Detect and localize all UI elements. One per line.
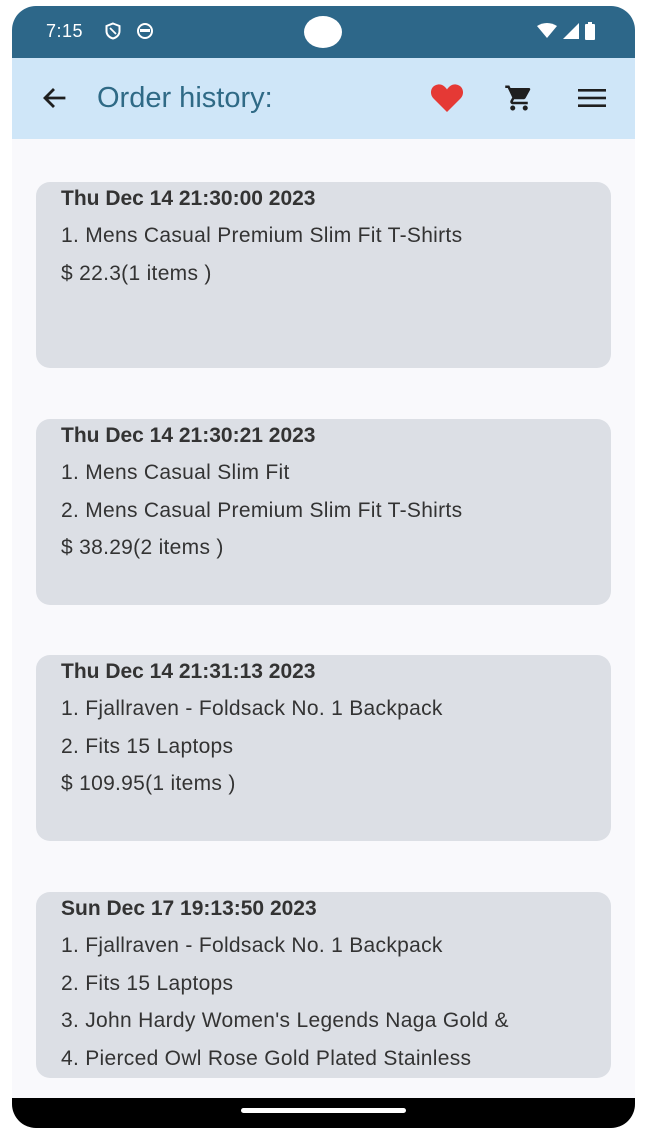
camera-cutout xyxy=(304,16,342,48)
order-item: 2. Fits 15 Laptops xyxy=(61,971,234,995)
home-gesture-handle[interactable] xyxy=(241,1108,406,1113)
signal-icon xyxy=(563,23,579,44)
menu-button[interactable] xyxy=(572,80,612,120)
status-time: 7:15 xyxy=(46,21,84,41)
order-card[interactable]: Thu Dec 14 21:30:00 2023 1. Mens Casual … xyxy=(36,182,611,368)
shield-icon xyxy=(104,22,122,40)
order-total: $ 22.3(1 items ) xyxy=(61,261,212,285)
order-card[interactable]: Thu Dec 14 21:31:13 2023 1. Fjallraven -… xyxy=(36,655,611,841)
favorites-button[interactable] xyxy=(427,80,467,120)
back-button[interactable] xyxy=(34,80,74,120)
order-date: Sun Dec 17 19:13:50 2023 xyxy=(61,897,317,920)
order-item: 3. John Hardy Women's Legends Naga Gold … xyxy=(61,1009,509,1032)
order-card[interactable]: Thu Dec 14 21:30:21 2023 1. Mens Casual … xyxy=(36,419,611,605)
status-right-icons xyxy=(537,22,595,45)
cart-icon xyxy=(504,83,534,118)
app-bar: Order history: xyxy=(12,58,635,139)
battery-icon xyxy=(585,22,595,45)
order-item: 4. Pierced Owl Rose Gold Plated Stainles… xyxy=(61,1046,472,1070)
system-nav-bar xyxy=(12,1098,635,1128)
status-bar: 7:15 xyxy=(12,6,635,58)
order-date: Thu Dec 14 21:30:00 2023 xyxy=(61,187,316,210)
order-total: $ 38.29(2 items ) xyxy=(61,536,224,559)
phone-screen: 7:15 Order history: Thu Dec 14 21:30:00 … xyxy=(12,6,635,1128)
order-item: 1. Fjallraven - Foldsack No. 1 Backpack xyxy=(61,934,443,957)
page-title: Order history: xyxy=(97,82,273,114)
order-date: Thu Dec 14 21:30:21 2023 xyxy=(61,424,316,447)
order-item: 2. Fits 15 Laptops xyxy=(61,734,234,758)
order-item: 1. Mens Casual Premium Slim Fit T-Shirts xyxy=(61,224,463,247)
back-arrow-icon xyxy=(40,84,68,117)
order-item: 2. Mens Casual Premium Slim Fit T-Shirts xyxy=(61,498,463,522)
sync-icon xyxy=(136,22,154,40)
menu-icon xyxy=(577,86,607,115)
order-item: 1. Mens Casual Slim Fit xyxy=(61,461,290,484)
order-date: Thu Dec 14 21:31:13 2023 xyxy=(61,660,316,683)
order-total: $ 109.95(1 items ) xyxy=(61,772,236,795)
cart-button[interactable] xyxy=(499,80,539,120)
order-item: 1. Fjallraven - Foldsack No. 1 Backpack xyxy=(61,697,443,720)
heart-icon xyxy=(430,83,464,118)
wifi-icon xyxy=(537,23,557,44)
order-card[interactable]: Sun Dec 17 19:13:50 2023 1. Fjallraven -… xyxy=(36,892,611,1078)
